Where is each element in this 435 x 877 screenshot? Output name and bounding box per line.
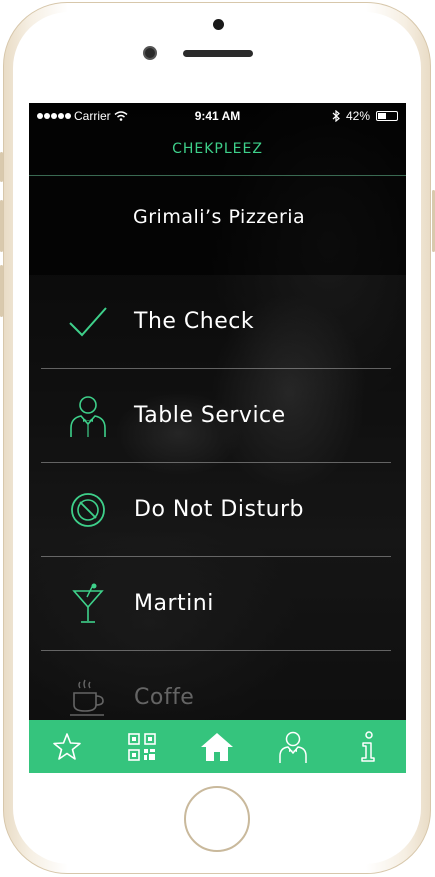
earpiece-speaker [183, 50, 253, 57]
star-icon [52, 732, 81, 760]
app-title: CHEKPLEEZ [172, 141, 263, 157]
battery-percent: 42% [345, 109, 370, 123]
home-icon [201, 732, 234, 761]
status-right: 42% [332, 109, 398, 123]
checkmark-icon [63, 297, 113, 347]
tab-scan-qr[interactable] [122, 727, 162, 767]
battery-fill [378, 113, 386, 119]
martini-icon [63, 579, 113, 629]
front-camera [143, 46, 157, 60]
menu-item-label: Martini [134, 591, 214, 616]
waiter-icon [279, 731, 307, 763]
menu-item-label: Table Service [134, 403, 286, 428]
volume-down-button [0, 265, 3, 317]
restaurant-name: Grimali’s Pizzeria [133, 206, 306, 228]
coffee-cup-icon [63, 673, 113, 723]
tab-info[interactable] [348, 727, 388, 767]
menu-item-table-service[interactable]: Table Service [41, 369, 391, 463]
tab-waiter[interactable] [273, 727, 313, 767]
app-screen: Carrier 9:41 AM 42% CHEKPLEEZ Grimali’s … [29, 103, 406, 773]
waiter-icon [63, 391, 113, 441]
menu-item-do-not-disturb[interactable]: Do Not Disturb [41, 463, 391, 557]
mute-switch [0, 152, 3, 182]
menu-item-the-check[interactable]: The Check [41, 275, 391, 369]
service-menu: The Check Table Service Do Not Disturb M… [41, 275, 391, 745]
tab-bar [29, 720, 406, 773]
info-icon [361, 730, 375, 762]
menu-item-martini[interactable]: Martini [41, 557, 391, 651]
title-divider [29, 175, 406, 176]
home-button[interactable] [184, 786, 250, 852]
front-sensor [213, 19, 224, 30]
header-band [29, 103, 406, 275]
status-bar: Carrier 9:41 AM 42% [29, 103, 406, 127]
do-not-disturb-icon [63, 485, 113, 535]
battery-icon [376, 111, 398, 121]
tab-home[interactable] [197, 727, 237, 767]
bluetooth-icon [332, 110, 340, 122]
tab-favorites[interactable] [47, 727, 87, 767]
menu-item-label: The Check [134, 309, 255, 334]
volume-up-button [0, 200, 3, 252]
qr-code-icon [128, 732, 156, 761]
menu-item-label: Coffe [134, 685, 195, 710]
menu-item-label: Do Not Disturb [134, 497, 305, 522]
